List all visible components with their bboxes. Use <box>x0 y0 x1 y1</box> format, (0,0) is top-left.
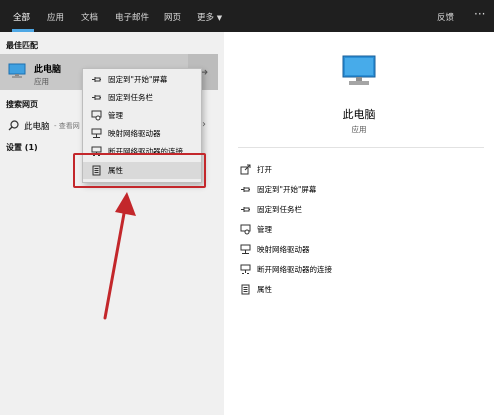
annotation-arrow <box>103 192 136 320</box>
